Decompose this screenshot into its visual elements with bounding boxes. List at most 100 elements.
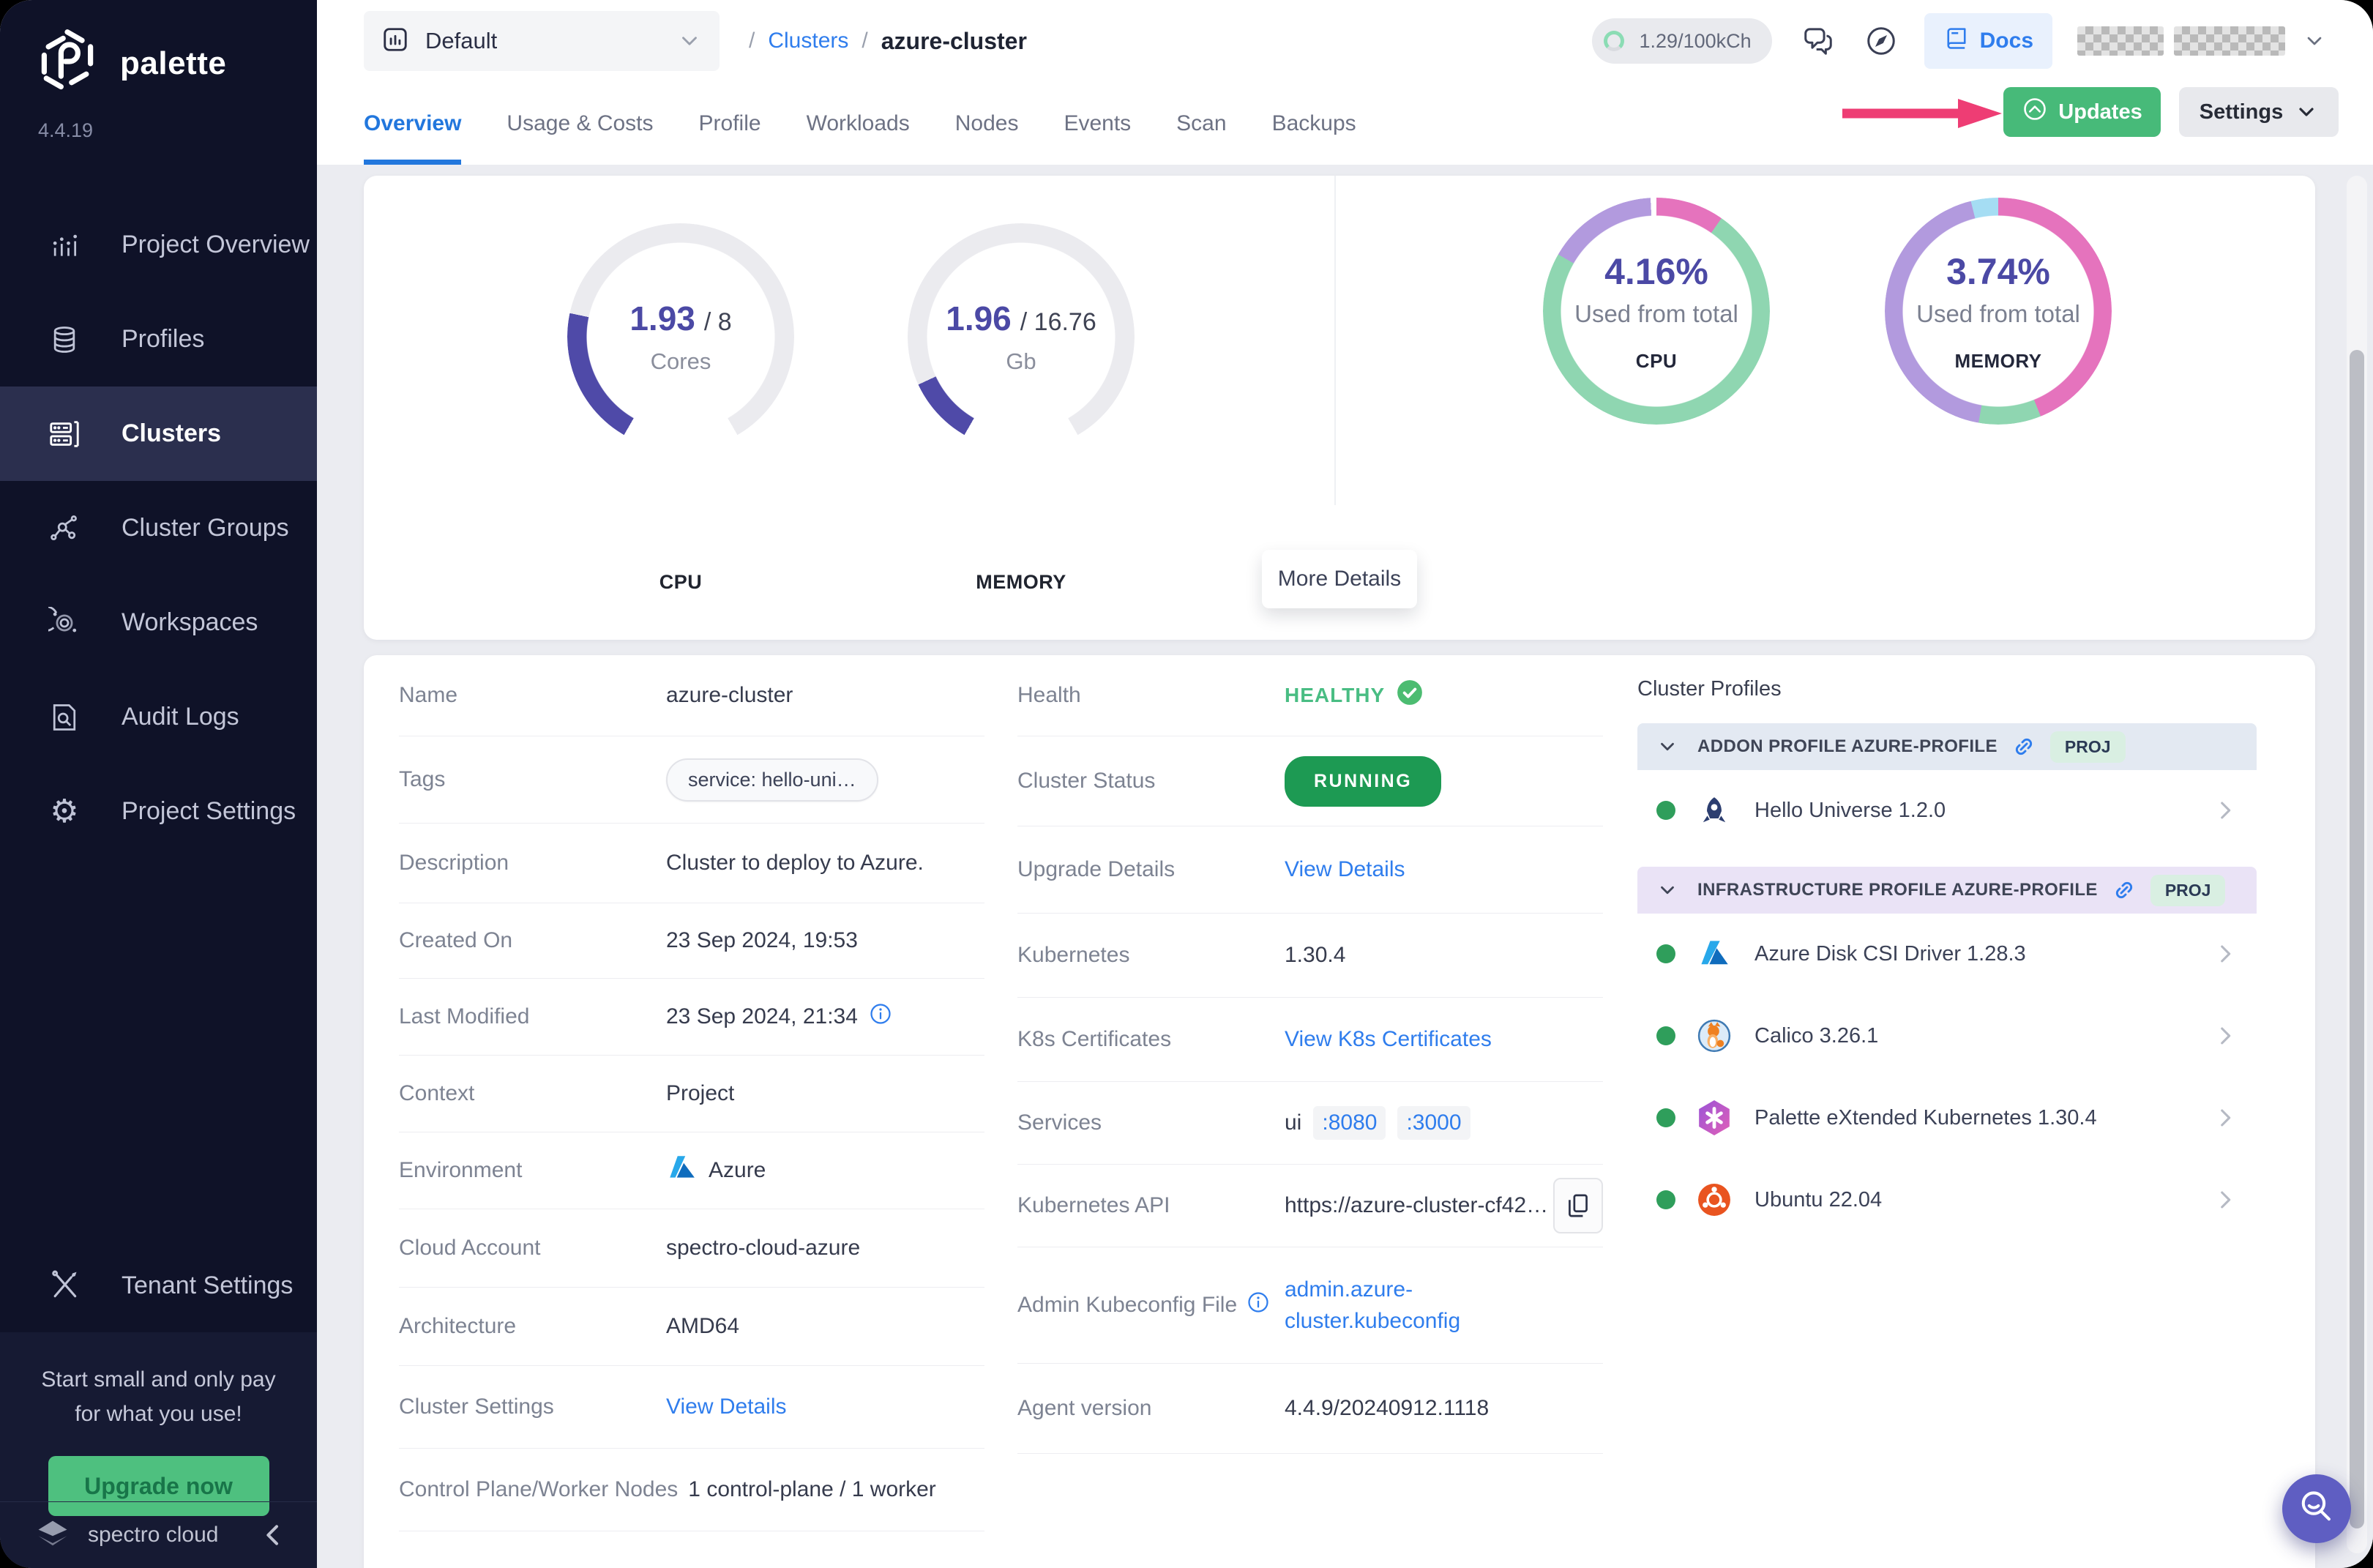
tab-nodes[interactable]: Nodes [955,82,1019,165]
updates-icon [2022,96,2048,128]
memory-usage-gauge: 1.96 / 16.76 Gb [908,223,1135,450]
promo-text: Start small and only pay for what you us… [0,1363,317,1431]
tab-overview[interactable]: Overview [364,82,461,165]
sidebar-item-clusters[interactable]: Clusters [0,387,317,481]
tag-chip: service: hello-uni… [666,758,878,802]
sidebar-item-profiles[interactable]: Profiles [0,292,317,387]
profile-layer-pxk[interactable]: Palette eXtended Kubernetes 1.30.4 [1637,1079,2257,1157]
app-version: 4.4.19 [0,99,317,142]
breadcrumb-clusters-link[interactable]: Clusters [768,29,848,53]
detail-row-environment: Environment Azure [399,1132,984,1209]
details-column: Name azure-cluster Tags service: hello-u… [399,655,984,1531]
compass-icon[interactable] [1864,24,1898,58]
profile-layer-azure-csi[interactable]: Azure Disk CSI Driver 1.28.3 [1637,915,2257,993]
infrastructure-profile-header[interactable]: INFRASTRUCTURE PROFILE AZURE-PROFILE PRO… [1637,867,2257,914]
tab-scan[interactable]: Scan [1176,82,1226,165]
cpu-gauge-label: CPU [567,571,794,594]
detail-row-cluster-settings: Cluster Settings View Details [399,1366,984,1449]
project-selector-dropdown[interactable]: Default [364,11,720,71]
upgrade-view-details-link[interactable]: View Details [1285,857,1405,882]
cpu-total-donut: 4.16% Used from total CPU [1543,198,1770,425]
profile-layer-calico[interactable]: Calico 3.26.1 [1637,997,2257,1075]
memory-donut-caption: Used from total [1916,300,2080,328]
sidebar-item-label: Project Overview [122,231,310,259]
status-dot [1656,1026,1675,1045]
detail-row-tags: Tags service: hello-uni… [399,736,984,824]
tab-profile[interactable]: Profile [699,82,761,165]
sidebar-item-audit-logs[interactable]: Audit Logs [0,670,317,764]
link-icon[interactable] [2112,878,2136,902]
status-row-kubernetes: Kubernetes 1.30.4 [1017,914,1603,998]
breadcrumb-current-page: azure-cluster [881,28,1027,55]
usage-quota-badge[interactable]: 1.29/100kCh [1592,18,1772,64]
sidebar-item-project-settings[interactable]: ⚙ Project Settings [0,764,317,859]
sidebar-item-tenant-settings[interactable]: Tenant Settings [0,1239,317,1332]
calico-icon [1697,1019,1731,1053]
settings-button[interactable]: Settings [2179,87,2339,137]
server-icon [45,417,83,451]
redacted-account-name [2174,26,2285,56]
status-dot [1656,1190,1675,1209]
detail-row-description: Description Cluster to deploy to Azure. [399,824,984,903]
chat-icon[interactable] [1801,24,1835,58]
sidebar-collapse-button[interactable] [258,1520,288,1550]
scrollbar-thumb[interactable] [2350,350,2364,1528]
memory-used-value: 1.96 [946,299,1012,338]
profile-layer-hello-universe[interactable]: Hello Universe 1.2.0 [1637,772,2257,849]
tab-backups[interactable]: Backups [1272,82,1356,165]
docs-button[interactable]: Docs [1924,13,2052,69]
sidebar-item-workspaces[interactable]: Workspaces [0,575,317,670]
cpu-unit: Cores [651,348,711,375]
annotation-arrow [1841,97,2003,133]
account-menu[interactable] [2077,26,2326,56]
cluster-profiles-column: Cluster Profiles ADDON PROFILE AZURE-PRO… [1637,677,2257,1239]
sidebar-item-project-overview[interactable]: Project Overview [0,198,317,292]
cluster-tabs-bar: Overview Usage & Costs Profile Workloads… [317,82,2373,165]
card-divider [1334,176,1336,505]
chevron-down-icon [2303,29,2326,53]
view-k8s-certificates-link[interactable]: View K8s Certificates [1285,1027,1492,1052]
copy-icon[interactable] [1553,1178,1603,1233]
chevron-right-icon [2213,1187,2238,1212]
detail-row-context: Context Project [399,1056,984,1132]
info-icon[interactable] [870,1003,892,1031]
ubuntu-icon [1697,1183,1731,1217]
kubeconfig-download-link[interactable]: admin.azure-cluster.kubeconfig [1285,1274,1537,1337]
cluster-settings-view-details-link[interactable]: View Details [666,1395,787,1419]
link-icon[interactable] [2012,735,2036,758]
brand-logo-row: palette [0,0,317,99]
profile-layer-name: Azure Disk CSI Driver 1.28.3 [1754,942,2026,966]
detail-row-cloud-account: Cloud Account spectro-cloud-azure [399,1209,984,1288]
status-row-admin-kubeconfig: Admin Kubeconfig File admin.azure-cluste… [1017,1247,1603,1364]
cluster-profiles-panel: ADDON PROFILE AZURE-PROFILE PROJ Hello U… [1637,723,2257,1239]
cpu-used-value: 1.93 [629,299,695,338]
sidebar: palette 4.4.19 Project Overview [0,0,317,1568]
redacted-account-name [2077,26,2164,56]
cpu-total-value: / 8 [704,308,732,337]
service-port-link[interactable]: :3000 [1397,1106,1470,1140]
updates-button[interactable]: Updates [2003,87,2161,137]
settings-label: Settings [2200,100,2283,124]
search-assistant-button[interactable] [2282,1474,2351,1543]
usage-meter-icon [1604,31,1624,51]
book-icon [1943,25,1970,57]
sidebar-item-cluster-groups[interactable]: Cluster Groups [0,481,317,575]
tab-usage-costs[interactable]: Usage & Costs [507,82,653,165]
more-details-button[interactable]: More Details [1262,550,1417,608]
project-scope-icon [381,26,409,57]
tab-events[interactable]: Events [1064,82,1131,165]
sidebar-item-label: Audit Logs [122,703,239,731]
addon-profile-header[interactable]: ADDON PROFILE AZURE-PROFILE PROJ [1637,723,2257,770]
info-icon[interactable] [1247,1291,1269,1319]
sidebar-promo: Start small and only pay for what you us… [0,1332,317,1568]
infrastructure-profile-name: INFRASTRUCTURE PROFILE AZURE-PROFILE [1697,880,2098,900]
profile-layer-name: Ubuntu 22.04 [1754,1188,1882,1212]
chevron-down-icon [677,29,702,53]
layers-icon [45,324,83,356]
status-row-health: Health HEALTHY [1017,655,1603,736]
service-port-link[interactable]: :8080 [1313,1106,1386,1140]
profile-layer-ubuntu[interactable]: Ubuntu 22.04 [1637,1161,2257,1239]
tab-workloads[interactable]: Workloads [807,82,910,165]
main-content: 1.93 / 8 Cores CPU 1.96 / 16.76 Gb MEMOR… [317,165,2373,1568]
detail-row-control-plane: Control Plane/Worker Nodes 1 control-pla… [399,1449,984,1531]
